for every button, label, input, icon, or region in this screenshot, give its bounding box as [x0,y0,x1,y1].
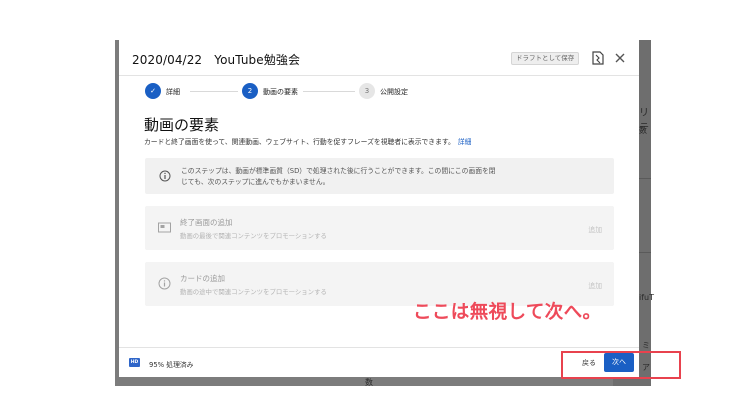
info-text-line: じても、次のステップに進んでもかまいません。 [181,178,330,186]
upload-stepper: ✓ 詳細 2 動画の要素 3 公開設定 [119,80,639,106]
end-screen-title: 終了画面の追加 [180,218,233,227]
dialog-header: 2020/04/22 YouTube勉強会 ドラフトとして保存 [119,40,639,76]
cards-title: カードの追加 [180,274,225,283]
feedback-icon[interactable] [592,51,604,65]
page-description: カードと終了画面を使って、関連動画、ウェブサイト、行動を促すフレーズを視聴者に表… [144,136,471,146]
step-video-elements-badge[interactable]: 2 [242,83,258,99]
close-icon[interactable] [614,52,626,64]
end-screen-subtitle: 動画の最後で関連コンテンツをプロモーションする [180,232,327,240]
info-icon [159,170,171,182]
annotation-text: ここは無視して次へ。 [413,302,602,323]
processing-status: 95% 処理済み [149,361,194,369]
processing-info-box: このステップは、動画が標準画質（SD）で処理された後に行うことができます。この間… [145,158,614,194]
end-screen-icon [158,222,171,233]
save-draft-button[interactable]: ドラフトとして保存 [511,52,580,65]
background-text: 数 [365,378,373,387]
hd-badge: HD [129,358,140,367]
card-info-icon [158,277,171,290]
page-description-text: カードと終了画面を使って、関連動画、ウェブサイト、行動を促すフレーズを視聴者に表… [144,138,455,146]
details-link[interactable]: 詳細 [458,138,472,146]
step-details-label[interactable]: 詳細 [166,87,180,97]
stepper-connector [190,91,238,92]
stepper-connector [303,91,355,92]
add-end-screen-button[interactable]: 追加 [588,224,602,234]
info-text: このステップは、動画が標準画質（SD）で処理された後に行うことができます。この間… [181,166,521,188]
page-title: 動画の要素 [144,116,220,134]
info-text-line: このステップは、動画が標準画質（SD）で処理された後に行うことができます。この間… [181,167,496,175]
background-text: ifuT [639,293,654,302]
background-text: 数 [639,126,647,135]
step-visibility-badge[interactable]: 3 [359,83,375,99]
step-video-elements-label[interactable]: 動画の要素 [263,87,298,97]
dialog-title: 2020/04/22 YouTube勉強会 [132,53,301,67]
step-details-check-icon[interactable]: ✓ [145,83,161,99]
screenshot-stage: リテ 数 ifuT ミ ア 数 2020/04/22 YouTube勉強会 ドラ… [0,0,750,400]
background-text: ミ [642,341,650,350]
end-screen-card: 終了画面の追加 動画の最後で関連コンテンツをプロモーションする 追加 [145,206,614,250]
step-visibility-label[interactable]: 公開設定 [380,87,408,97]
cards-subtitle: 動画の途中で関連コンテンツをプロモーションする [180,288,327,296]
highlight-box [561,351,681,379]
upload-dialog: 2020/04/22 YouTube勉強会 ドラフトとして保存 ✓ 詳細 2 動… [119,40,639,377]
add-cards-button[interactable]: 追加 [588,280,602,290]
